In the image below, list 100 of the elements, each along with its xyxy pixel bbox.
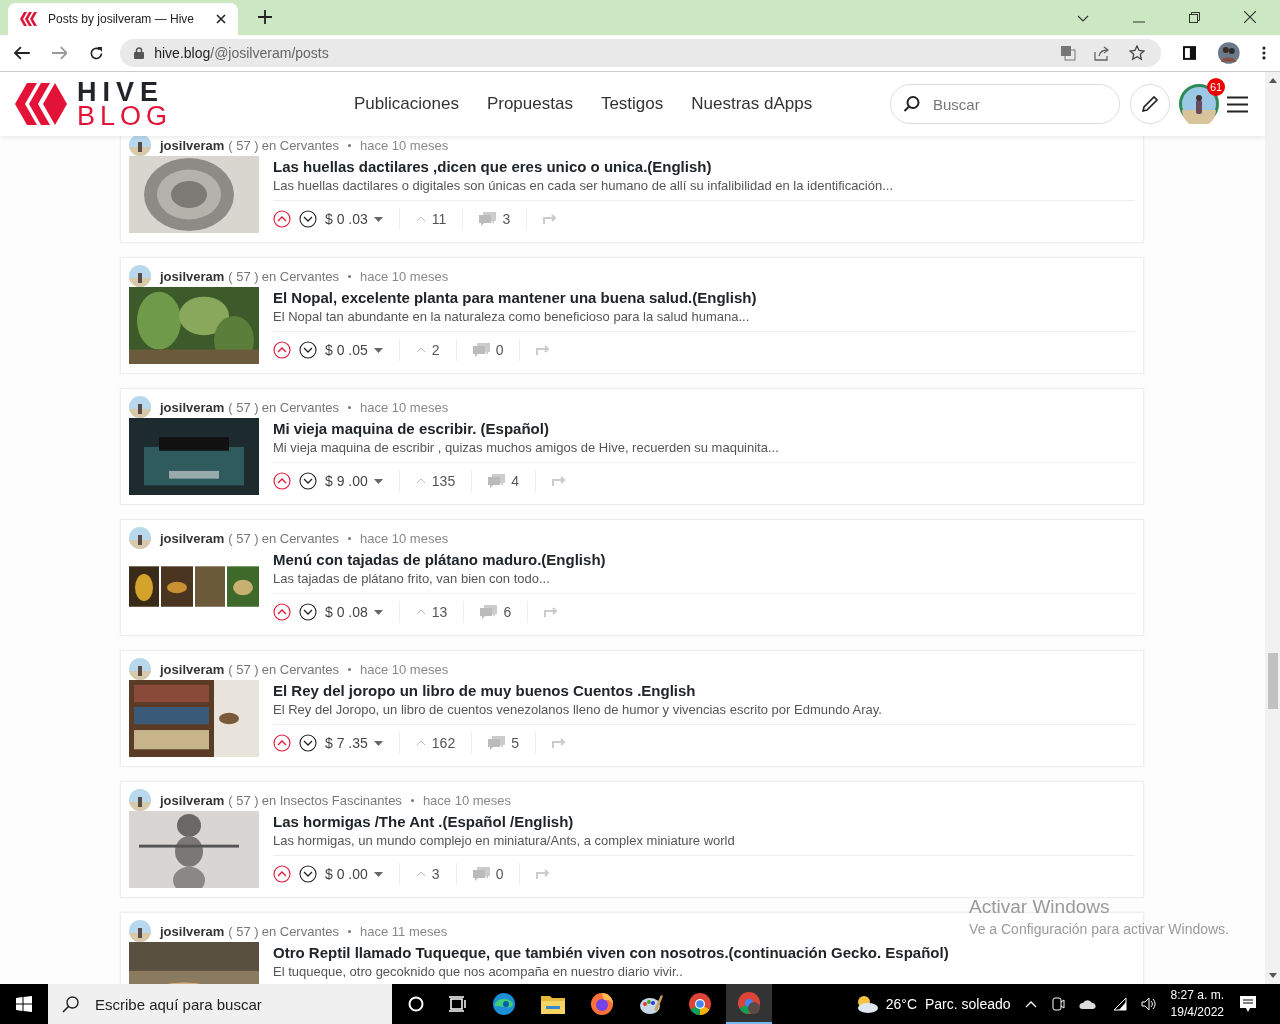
chrome-icon[interactable] <box>688 992 712 1016</box>
star-icon[interactable] <box>1128 45 1145 61</box>
new-tab-icon[interactable] <box>258 10 272 24</box>
post-title[interactable]: Mi vieja maquina de escribir. (Español) <box>273 420 1135 437</box>
cortana-icon[interactable] <box>408 996 424 1012</box>
vote-count[interactable]: 3 <box>431 866 440 882</box>
caret-icon[interactable] <box>373 478 383 484</box>
scrollbar[interactable] <box>1265 72 1280 984</box>
volume-icon[interactable] <box>1140 997 1157 1011</box>
caret-icon[interactable] <box>373 609 383 615</box>
payout-amount[interactable]: $ 0 .03 <box>325 211 368 227</box>
chevron-down-icon[interactable] <box>1077 15 1089 23</box>
back-icon[interactable] <box>14 46 30 60</box>
author-link[interactable]: josilveram <box>160 399 225 415</box>
community-link[interactable]: en Cervantes <box>261 923 339 939</box>
vote-count[interactable]: 13 <box>431 604 448 620</box>
upvote-icon[interactable] <box>273 734 291 752</box>
post-title[interactable]: El Rey del joropo un libro de muy buenos Cuentos .English <box>273 682 1135 699</box>
reload-icon[interactable] <box>89 45 105 61</box>
downvote-icon[interactable] <box>299 734 317 752</box>
author-avatar[interactable] <box>129 396 151 418</box>
close-icon[interactable] <box>1244 11 1256 23</box>
address-bar[interactable]: hive.blog/@josilveram/posts <box>120 39 1161 67</box>
community-link[interactable]: en Cervantes <box>261 268 339 284</box>
payout-amount[interactable]: $ 0 .05 <box>325 342 368 358</box>
more-icon[interactable] <box>1262 46 1267 60</box>
scroll-down-icon[interactable] <box>1268 973 1277 978</box>
comment-count[interactable]: 3 <box>502 211 511 227</box>
clock-date[interactable]: 19/4/2022 <box>1170 1004 1224 1021</box>
temperature[interactable]: 26°C <box>885 996 917 1012</box>
scroll-up-icon[interactable] <box>1268 78 1277 83</box>
payout-amount[interactable]: $ 9 .00 <box>325 473 368 489</box>
caret-icon[interactable] <box>373 871 383 877</box>
community-link[interactable]: en Cervantes <box>261 661 339 677</box>
search-input[interactable]: Buscar <box>931 94 1085 114</box>
post-title[interactable]: Otro Reptil llamado Tuqueque, que también viven con nosotros.(continuación Gecko. Español) <box>273 944 1135 961</box>
nav-link[interactable]: Testigos <box>600 94 664 114</box>
author-link[interactable]: josilveram <box>160 268 225 284</box>
menu-icon[interactable] <box>1227 95 1248 113</box>
forward-icon[interactable] <box>51 46 68 60</box>
scroll-thumb[interactable] <box>1267 653 1278 709</box>
vote-count[interactable]: 135 <box>431 473 456 489</box>
upvote-icon[interactable] <box>273 865 291 883</box>
vote-count[interactable]: 162 <box>431 735 456 751</box>
downvote-icon[interactable] <box>299 472 317 490</box>
browser-tab[interactable]: Posts by josilveram — Hive <box>8 3 238 35</box>
community-link[interactable]: en Cervantes <box>261 399 339 415</box>
author-link[interactable]: josilveram <box>160 661 225 677</box>
restore-icon[interactable] <box>1189 12 1200 23</box>
search-input[interactable]: Escribe aquí para buscar <box>93 994 357 1014</box>
taskbar-search-field[interactable]: Escribe aquí para buscar <box>48 984 392 1024</box>
downvote-icon[interactable] <box>299 865 317 883</box>
caret-icon[interactable] <box>373 347 383 353</box>
comment-count[interactable]: 0 <box>495 866 504 882</box>
author-avatar[interactable] <box>129 789 151 811</box>
community-link[interactable]: en Cervantes <box>261 530 339 546</box>
profile-avatar-icon[interactable] <box>1218 42 1241 64</box>
side-panel-icon[interactable] <box>1182 46 1197 60</box>
downvote-icon[interactable] <box>299 603 317 621</box>
caret-icon[interactable] <box>373 740 383 746</box>
author-avatar[interactable] <box>129 527 151 549</box>
firefox-icon[interactable] <box>590 992 614 1016</box>
comment-count[interactable]: 5 <box>511 735 519 751</box>
paint-palette-icon[interactable] <box>639 992 663 1016</box>
upvote-icon[interactable] <box>273 472 291 490</box>
comment-count[interactable]: 6 <box>503 604 512 620</box>
upvote-icon[interactable] <box>273 603 291 621</box>
task-view-icon[interactable] <box>449 996 467 1012</box>
vote-count[interactable]: 2 <box>431 342 440 358</box>
community-link[interactable]: en Cervantes <box>261 137 339 153</box>
author-link[interactable]: josilveram <box>160 530 225 546</box>
author-link[interactable]: josilveram <box>160 792 225 808</box>
chevron-up-icon[interactable] <box>1024 1000 1037 1008</box>
author-link[interactable]: josilveram <box>160 923 225 939</box>
author-avatar[interactable] <box>129 920 151 942</box>
share-icon[interactable] <box>1093 45 1111 61</box>
camera-icon[interactable] <box>1050 997 1065 1011</box>
author-avatar[interactable] <box>129 658 151 680</box>
vote-count[interactable]: 11 <box>431 211 447 227</box>
hive-logo-icon[interactable] <box>15 81 67 127</box>
windows-start-icon[interactable] <box>16 996 32 1012</box>
nav-link[interactable]: Nuestras dApps <box>691 94 813 114</box>
weather-text[interactable]: Parc. soleado <box>925 996 1011 1012</box>
downvote-icon[interactable] <box>299 341 317 359</box>
clock-time[interactable]: 8:27 a. m. <box>1170 987 1224 1004</box>
comment-count[interactable]: 0 <box>495 342 504 358</box>
upvote-icon[interactable] <box>273 341 291 359</box>
nav-link[interactable]: Propuestas <box>486 94 573 114</box>
author-avatar[interactable] <box>129 134 151 156</box>
downvote-icon[interactable] <box>299 210 317 228</box>
payout-amount[interactable]: $ 7 .35 <box>325 735 368 751</box>
cloud-icon[interactable] <box>1078 999 1097 1009</box>
post-title[interactable]: El Nopal, excelente planta para mantener una buena salud.(English) <box>273 289 1135 306</box>
caret-icon[interactable] <box>373 216 383 222</box>
post-title[interactable]: Las hormigas /The Ant .(Español /English) <box>273 813 1135 830</box>
upvote-icon[interactable] <box>273 210 291 228</box>
folder-icon[interactable] <box>541 994 565 1014</box>
author-avatar[interactable] <box>129 265 151 287</box>
notifications-icon[interactable] <box>1240 996 1256 1012</box>
write-post-button[interactable] <box>1130 84 1170 124</box>
